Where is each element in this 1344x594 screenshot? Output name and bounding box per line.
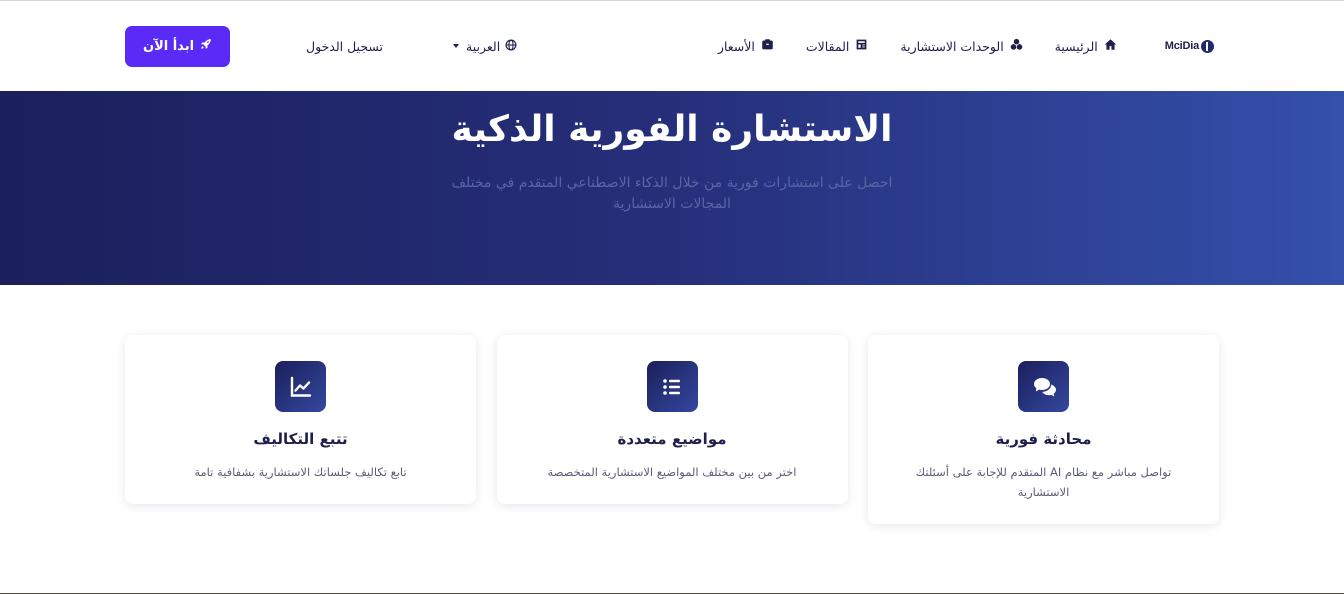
login-link[interactable]: تسجيل الدخول <box>306 39 383 54</box>
nav-articles[interactable]: المقالات <box>806 38 869 54</box>
comments-icon <box>1018 361 1069 412</box>
features-section: محادثة فورية تواصل مباشر مع نظام AI المت… <box>125 335 1219 524</box>
list-icon <box>646 361 698 412</box>
nav-pricing[interactable]: الأسعار <box>718 38 774 54</box>
feature-title: محادثة فورية <box>995 430 1092 448</box>
start-now-label: ابدأ الآن <box>142 38 195 54</box>
feature-card-multiple-topics: مواضيع متعددة اختر من بين مختلف المواضيع… <box>496 335 848 504</box>
navbar-inner: MciDia الرئيسية الوحدات الاستشارية المقا… <box>125 1 1214 91</box>
feature-card-cost-tracking: تتبع التكاليف تابع تكاليف جلساتك الاستشا… <box>125 335 476 504</box>
nav-consulting-units[interactable]: الوحدات الاستشارية <box>900 38 1022 54</box>
cubes-icon <box>1010 38 1023 54</box>
nav-articles-label: المقالات <box>805 38 850 54</box>
feature-title: مواضيع متعددة <box>617 430 727 448</box>
newspaper-icon <box>855 38 868 54</box>
main-nav: MciDia الرئيسية الوحدات الاستشارية المقا… <box>718 38 1214 54</box>
language-label: العربية <box>466 38 501 54</box>
brain-logo-icon <box>1201 39 1214 53</box>
navbar: MciDia الرئيسية الوحدات الاستشارية المقا… <box>0 1 1344 91</box>
nav-actions: العربية تسجيل الدخول ابدأ الآن <box>125 25 517 67</box>
language-dropdown[interactable]: العربية <box>453 39 517 54</box>
hero-title: الاستشارة الفورية الذكية <box>451 109 893 150</box>
feature-description: تواصل مباشر مع نظام AI المتقدم للإجابة ع… <box>915 465 1172 499</box>
chevron-down-icon <box>453 44 460 48</box>
nav-consulting-units-label: الوحدات الاستشارية <box>900 38 1004 54</box>
feature-description: تابع تكاليف جلساتك الاستشارية بشفافية تا… <box>194 465 407 479</box>
page: MciDia الرئيسية الوحدات الاستشارية المقا… <box>0 0 1344 594</box>
feature-title: تتبع التكاليف <box>253 430 348 448</box>
home-icon <box>1104 38 1117 54</box>
hero-subtitle: احصل على استشارات فورية من خلال الذكاء ا… <box>451 175 893 212</box>
rocket-icon <box>200 38 212 54</box>
wallet-icon <box>761 38 774 54</box>
nav-home-label: الرئيسية <box>1054 38 1098 54</box>
start-now-button[interactable]: ابدأ الآن <box>125 25 230 67</box>
feature-description: اختر من بين مختلف المواضيع الاستشارية ال… <box>547 465 797 479</box>
globe-icon <box>505 39 517 54</box>
feature-card-instant-chat: محادثة فورية تواصل مباشر مع نظام AI المت… <box>868 335 1219 524</box>
logo-text: MciDia <box>1164 40 1199 52</box>
chart-line-icon <box>275 361 326 412</box>
logo[interactable]: MciDia <box>1164 39 1214 53</box>
hero-banner: الاستشارة الفورية الذكية احصل على استشار… <box>0 91 1344 285</box>
nav-pricing-label: الأسعار <box>717 38 755 54</box>
nav-home[interactable]: الرئيسية <box>1055 38 1117 54</box>
